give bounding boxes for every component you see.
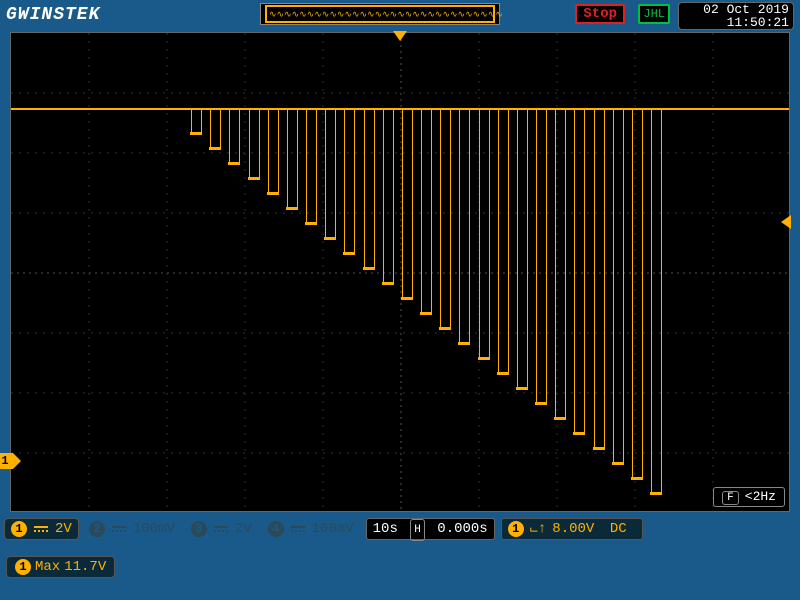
measurement-bar: 1 Max 11.7V: [6, 550, 794, 590]
waveform-overview: ∿∿∿∿∿∿∿∿∿∿∿∿∿∿∿∿∿∿∿∿∿∿∿∿∿∿∿∿∿∿∿: [260, 3, 500, 25]
trigger-settings[interactable]: 1 ⨽↑ 8.00V DC: [501, 518, 644, 540]
ch4-settings[interactable]: 4 100mV: [262, 518, 360, 540]
trigger-position-marker[interactable]: [393, 31, 407, 41]
datetime-display: 02 Oct 2019 11:50:21: [678, 2, 794, 30]
timebase-settings[interactable]: 10s H 0.000s: [366, 518, 495, 540]
trigger-level-marker[interactable]: [781, 215, 791, 229]
dc-coupling-icon: [214, 526, 228, 532]
dc-coupling-icon: [291, 526, 305, 532]
mode-badge[interactable]: JHL: [638, 4, 670, 24]
rising-edge-icon: ⨽↑: [530, 519, 547, 539]
dc-coupling-icon: [34, 526, 48, 532]
ch1-ground-marker[interactable]: 1: [0, 453, 13, 469]
ch3-settings[interactable]: 3 2V: [185, 518, 258, 540]
run-stop-status[interactable]: Stop: [575, 4, 625, 24]
ch2-settings[interactable]: 2 100mV: [83, 518, 181, 540]
measurement-max[interactable]: 1 Max 11.7V: [6, 556, 115, 578]
waveform-display[interactable]: 1 F<2Hz: [10, 32, 790, 512]
dc-coupling-icon: [112, 526, 126, 532]
time-text: 11:50:21: [683, 16, 789, 29]
brand-logo: GWINSTEK: [6, 5, 100, 25]
status-bar: 1 2V 2 100mV 3 2V 4 100mV 10s H 0.000s 1…: [0, 516, 800, 542]
ch1-settings[interactable]: 1 2V: [4, 518, 79, 540]
frequency-counter: F<2Hz: [713, 487, 785, 507]
ch1-trace-baseline: [11, 108, 789, 110]
